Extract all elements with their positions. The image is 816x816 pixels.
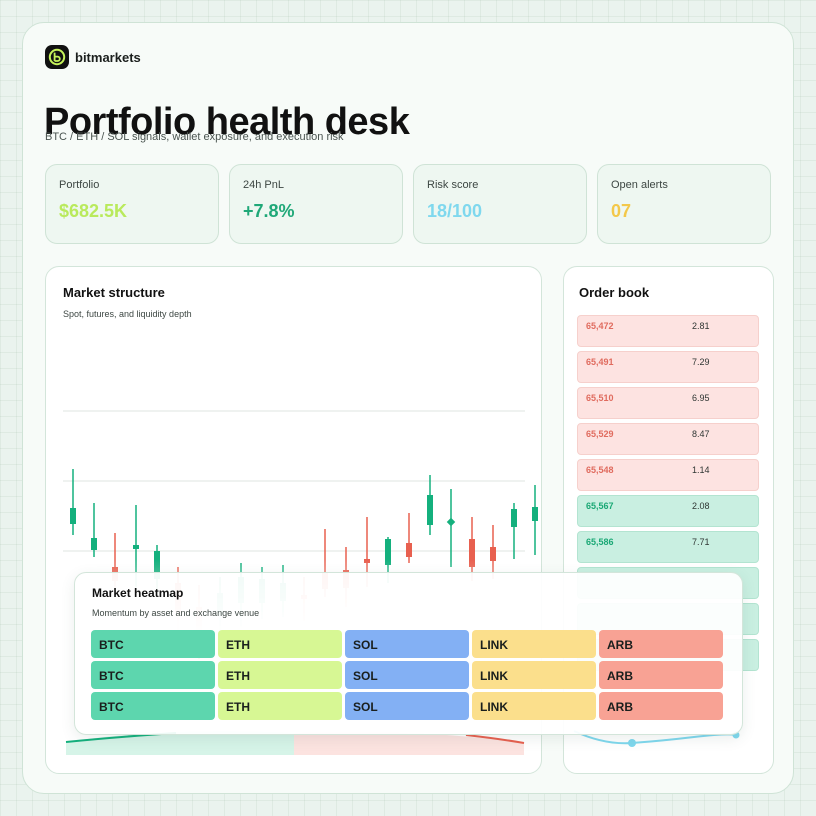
heatmap-cell-arb[interactable]: ARB [599, 630, 723, 658]
heatmap-subtitle: Momentum by asset and exchange venue [92, 608, 260, 618]
heatmap-cell-label: SOL [353, 700, 378, 714]
heatmap-cell-btc[interactable]: BTC [91, 661, 215, 689]
heatmap-cell-label: BTC [99, 669, 124, 683]
kpi-card-portfolio[interactable]: Portfolio $682.5K [45, 164, 219, 244]
market-heatmap-panel: Market heatmap Momentum by asset and exc… [74, 572, 743, 735]
heatmap-cell-label: BTC [99, 638, 124, 652]
candle [406, 513, 412, 563]
kpi-label: 24h PnL [243, 179, 284, 191]
heatmap-cell-arb[interactable]: ARB [599, 661, 723, 689]
heatmap-cell-label: ARB [607, 700, 633, 714]
heatmap-cell-label: ETH [226, 638, 250, 652]
kpi-value: $682.5K [59, 201, 128, 221]
heatmap-cell-link[interactable]: LINK [472, 630, 596, 658]
heatmap-cell-label: ETH [226, 700, 250, 714]
kpi-card-risk-score[interactable]: Risk score 18/100 [413, 164, 587, 244]
candle [446, 489, 456, 567]
heatmap-cell-label: BTC [99, 700, 124, 714]
brand-name: bitmarkets [75, 49, 141, 65]
heatmap-cell-eth[interactable]: ETH [218, 661, 342, 689]
kpi-card-open-alerts[interactable]: Open alerts 07 [597, 164, 771, 244]
candle [427, 475, 433, 535]
kpi-label: Risk score [427, 179, 479, 191]
heatmap-cell-eth[interactable]: ETH [218, 692, 342, 720]
heatmap-cell-btc[interactable]: BTC [91, 630, 215, 658]
kpi-label: Portfolio [59, 179, 100, 191]
heatmap-cell-label: ARB [607, 669, 633, 683]
heatmap-cell-label: ETH [226, 669, 250, 683]
candle [532, 485, 538, 555]
kpi-value: +7.8% [243, 201, 295, 221]
heatmap-title: Market heatmap [92, 586, 184, 600]
heatmap-cell-btc[interactable]: BTC [91, 692, 215, 720]
page-subtitle: BTC / ETH / SOL signals, wallet exposure… [45, 131, 344, 143]
heatmap-cell-label: SOL [353, 638, 378, 652]
kpi-label: Open alerts [611, 179, 668, 191]
liquidity-depth-ask [294, 732, 524, 755]
heatmap-cell-arb[interactable]: ARB [599, 692, 723, 720]
heatmap-cell-label: SOL [353, 669, 378, 683]
kpi-card-pnl[interactable]: 24h PnL +7.8% [229, 164, 403, 244]
heatmap-cell-sol[interactable]: SOL [345, 692, 469, 720]
heatmap-cell-label: LINK [480, 700, 508, 714]
candle [70, 469, 76, 535]
heatmap-cell-link[interactable]: LINK [472, 661, 596, 689]
heatmap-cell-label: ARB [607, 638, 633, 652]
heatmap-cell-link[interactable]: LINK [472, 692, 596, 720]
heatmap-cell-eth[interactable]: ETH [218, 630, 342, 658]
bitmarkets-logo-icon [45, 45, 69, 69]
brand[interactable]: bitmarkets [45, 45, 141, 69]
kpi-value: 18/100 [427, 201, 483, 221]
heatmap-cell-sol[interactable]: SOL [345, 661, 469, 689]
heatmap-cell-sol[interactable]: SOL [345, 630, 469, 658]
candle [91, 503, 97, 557]
dashboard-frame: bitmarkets Portfolio health desk BTC / E… [22, 22, 794, 794]
heatmap-cell-label: LINK [480, 638, 508, 652]
kpi-value: 07 [611, 201, 632, 221]
heatmap-cell-label: LINK [480, 669, 508, 683]
